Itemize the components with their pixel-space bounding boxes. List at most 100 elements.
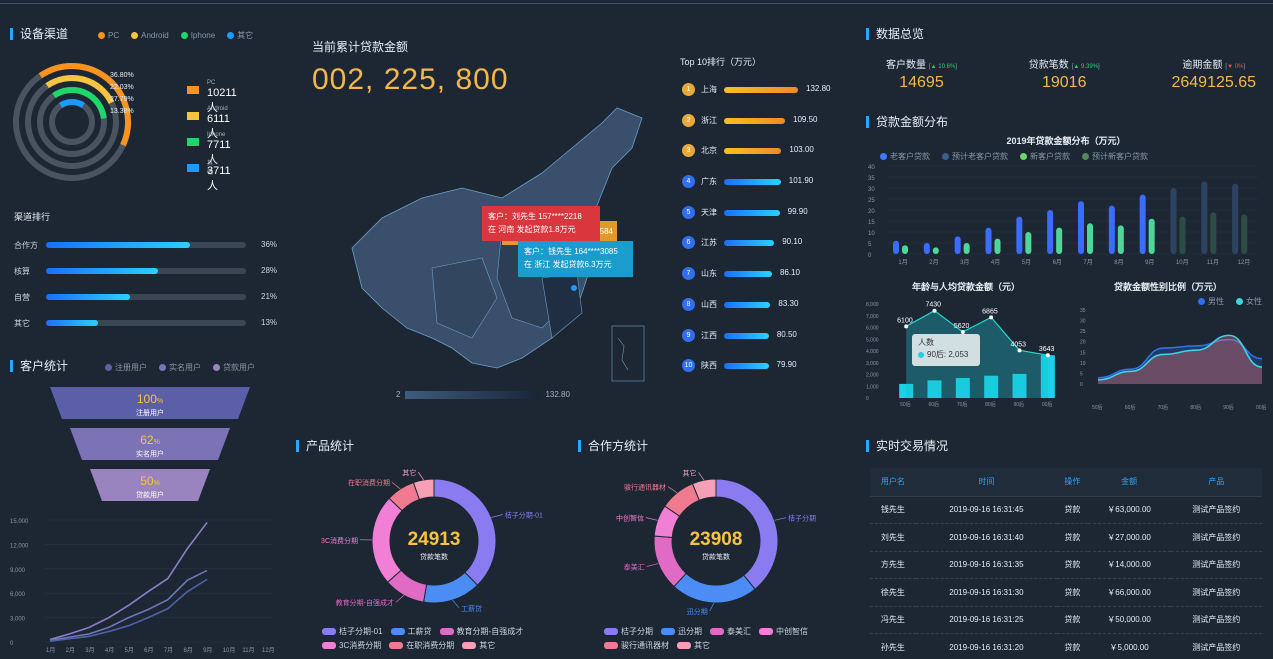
customer-legend: 注册用户 实名用户 贷款用户 xyxy=(105,362,255,373)
top10-row: 10 陕西 79.90 xyxy=(680,359,840,390)
donut-slice-label: 在职消费分期 xyxy=(348,478,390,487)
x-tick-label: 12月 xyxy=(262,647,275,654)
top10-row: 2 浙江 109.50 xyxy=(680,113,840,145)
age-point xyxy=(1045,353,1050,358)
bar-old-customer xyxy=(1139,194,1146,254)
loan-dist-legend: 老客户贷款 预计老客户贷款 新客户贷款 预计新客户贷款 xyxy=(880,151,1266,162)
legend-item: 骏行通讯器材 xyxy=(604,640,669,651)
legend-item: 老客户贷款 xyxy=(880,151,930,162)
device-item-swatch xyxy=(187,138,199,146)
x-tick-label: 10月 xyxy=(223,647,236,654)
legend-swatch xyxy=(390,628,405,635)
rank-badge: 5 xyxy=(682,205,695,219)
top10-name: 陕西 xyxy=(701,361,717,371)
y-tick-label: 10 xyxy=(1080,361,1086,367)
donut-slice-label: 泰美汇 xyxy=(624,562,645,571)
trades-cell: 冯先生 xyxy=(870,606,916,634)
y-tick-label: 25 xyxy=(1080,329,1086,335)
y-tick-label: 1,000 xyxy=(866,384,879,390)
donut-leader xyxy=(645,517,658,521)
channel-rank-name: 核算 xyxy=(14,267,30,276)
top10-value: 90.10 xyxy=(782,237,803,247)
legend-dot xyxy=(942,153,949,161)
trades-cell: ￥14,000.00 xyxy=(1087,551,1171,579)
legend-item: Iphone xyxy=(180,31,216,40)
bar-new-customer xyxy=(963,243,970,254)
legend-label: 在职消费分期 xyxy=(406,641,455,650)
ring-percent-label: 22.03% xyxy=(110,84,134,91)
bar-new-customer xyxy=(1056,227,1063,254)
bar-old-customer xyxy=(1108,205,1115,254)
legend-label: Iphone xyxy=(190,31,216,40)
top10-rows: 1 上海 132.80 2 浙江 109.50 3 北京 103.00 4 广东 101.90 5 天津 9… xyxy=(680,83,840,390)
map-scale-legend: 2 132.80 xyxy=(396,390,570,399)
y-tick-label: 30 xyxy=(868,187,875,193)
x-tick-label: 6月 xyxy=(144,647,153,654)
donut-leader xyxy=(395,594,405,603)
trades-cell: 贷款 xyxy=(1057,633,1088,659)
map-popup-2-line2: 在 浙江 发起贷款6.3万元 xyxy=(524,260,612,269)
top10-name: 江西 xyxy=(701,330,717,340)
device-item-swatch xyxy=(187,164,199,172)
top10-row: 8 山西 83.30 xyxy=(680,297,840,329)
legend-label: 其它 xyxy=(694,641,710,650)
legend-label: 桔子分期-01 xyxy=(339,627,383,636)
map-scale-min: 2 xyxy=(396,390,401,399)
y-tick-label: 15,000 xyxy=(10,519,29,525)
y-tick-label: 0 xyxy=(868,253,872,259)
loan-total-panel: 当前累计贷款金额 002, 225, 800 584 客户：刘先生 157***… xyxy=(312,38,672,408)
top10-row: 9 江西 80.50 xyxy=(680,328,840,360)
kpi-change-bracket: ] xyxy=(955,64,957,70)
rank-badge: 4 xyxy=(682,175,695,189)
trades-cell: ￥50,000.00 xyxy=(1087,606,1171,634)
legend-label: 贷款用户 xyxy=(223,363,255,372)
y-tick-label: 5,000 xyxy=(866,337,879,343)
trades-column-header: 时间 xyxy=(915,468,1058,497)
channel-rank-title: 渠道排行 xyxy=(14,212,51,222)
donut-leader xyxy=(667,486,678,494)
legend-item: 迅分期 xyxy=(661,626,702,637)
product-title: 产品统计 xyxy=(296,440,572,452)
legend-swatch xyxy=(710,628,724,635)
bar-old-customer xyxy=(1232,183,1239,254)
top10-value: 83.30 xyxy=(778,298,799,308)
loan-total-value: 002, 225, 800 xyxy=(312,63,509,96)
top10-name: 广东 xyxy=(701,177,717,187)
x-tick-label: 90后 xyxy=(1014,401,1025,408)
customer-line-chart: 15,000 12,000 9,000 6,000 3,000 0 1月 2月 3月 4月 5月 6月… xyxy=(10,519,275,654)
x-tick-label: 50后 xyxy=(1092,404,1103,411)
y-tick-label: 3,000 xyxy=(10,617,26,623)
x-tick-label: 70后 xyxy=(1158,404,1169,411)
legend-item: 实名用户 xyxy=(159,362,201,373)
age-data-label: 4053 xyxy=(1011,341,1027,348)
bar-old-customer xyxy=(985,227,992,254)
legend-dot xyxy=(213,364,220,372)
ring-percent-label: 27.79% xyxy=(110,96,134,103)
top10-bar xyxy=(724,301,771,308)
trades-row: 刘先生 2019-09-16 16:31:40 贷款 ￥27,000.00 测试产品签约 xyxy=(870,523,1262,552)
bar-old-customer xyxy=(923,243,930,254)
channel-rank-name: 其它 xyxy=(14,319,30,328)
channel-rank-fill xyxy=(46,320,98,326)
funnel-pct-sign: % xyxy=(153,439,160,446)
loan-dist-title: 贷款金额分布 xyxy=(866,116,1266,128)
bar-old-customer xyxy=(1016,216,1023,254)
top10-value: 103.00 xyxy=(789,145,814,155)
trades-cell: 2019-09-16 16:31:40 xyxy=(915,523,1058,552)
trades-column-header: 金额 xyxy=(1087,468,1171,497)
y-tick-label: 35 xyxy=(1080,308,1086,314)
top10-bar xyxy=(724,87,798,93)
legend-item: 桔子分期 xyxy=(604,626,653,637)
y-tick-label: 0 xyxy=(866,396,869,402)
device-item-name: PC xyxy=(207,80,216,86)
legend-label: 预计老客户贷款 xyxy=(952,152,1008,161)
legend-dot xyxy=(227,32,235,40)
age-tooltip: 人数 90后: 2,053 xyxy=(912,334,980,366)
trades-row: 孙先生 2019-09-16 16:31:20 贷款 ￥5,000.00 测试产品签约 xyxy=(870,633,1262,659)
donut-leader xyxy=(391,481,401,490)
y-tick-label: 10 xyxy=(868,231,875,237)
trades-cell: 测试产品签约 xyxy=(1170,606,1262,634)
trades-cell: 孙先生 xyxy=(870,633,916,659)
trades-row: 钱先生 2019-09-16 16:31:45 贷款 ￥63,000.00 测试产品签约 xyxy=(870,496,1262,524)
donut-slice-label: 桔子分期-01 xyxy=(505,510,543,519)
